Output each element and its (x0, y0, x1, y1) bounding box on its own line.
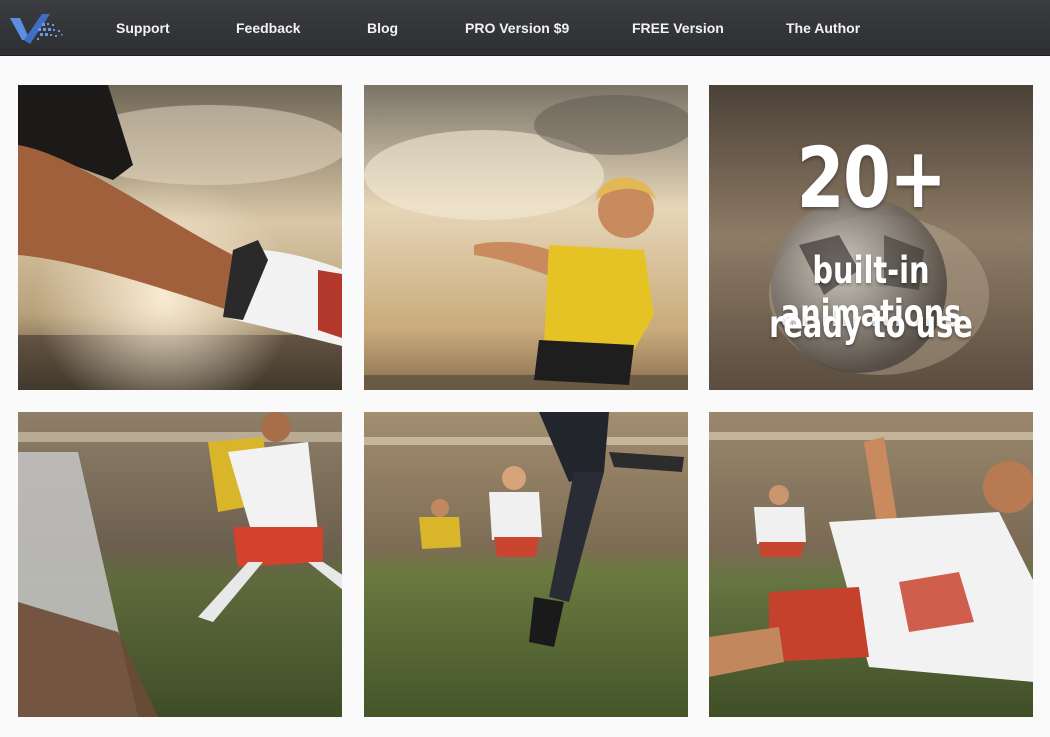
promo-line-2: ready to use (769, 303, 973, 346)
promo-overlay: 20+ built-in animations ready to use (709, 85, 1033, 390)
player-shot-photo (364, 412, 688, 717)
players-tackle-photo (18, 412, 342, 717)
promo-count: 20+ (796, 129, 947, 227)
gallery-tile-goalkeeper[interactable] (18, 85, 342, 390)
soccer-boy-kick-photo (364, 85, 688, 390)
gallery-tile-kicking-boy[interactable] (364, 85, 688, 390)
logo-icon[interactable] (8, 8, 66, 48)
nav-feedback-link[interactable]: Feedback (236, 18, 301, 38)
gallery-tile-slide[interactable] (709, 412, 1033, 717)
nav-blog-link[interactable]: Blog (367, 18, 398, 38)
nav-support-link[interactable]: Support (116, 18, 170, 38)
goalkeeper-glove-photo (18, 85, 342, 390)
top-navigation-bar: Support Feedback Blog PRO Version $9 FRE… (0, 0, 1050, 56)
gallery-tile-shot[interactable] (364, 412, 688, 717)
gallery-tile-tackle[interactable] (18, 412, 342, 717)
player-slide-photo (709, 412, 1033, 717)
nav-pro-version-link[interactable]: PRO Version $9 (465, 18, 569, 38)
nav-author-link[interactable]: The Author (786, 18, 860, 38)
gallery-tile-promo[interactable]: 20+ built-in animations ready to use (709, 85, 1033, 390)
nav-free-version-link[interactable]: FREE Version (632, 18, 724, 38)
